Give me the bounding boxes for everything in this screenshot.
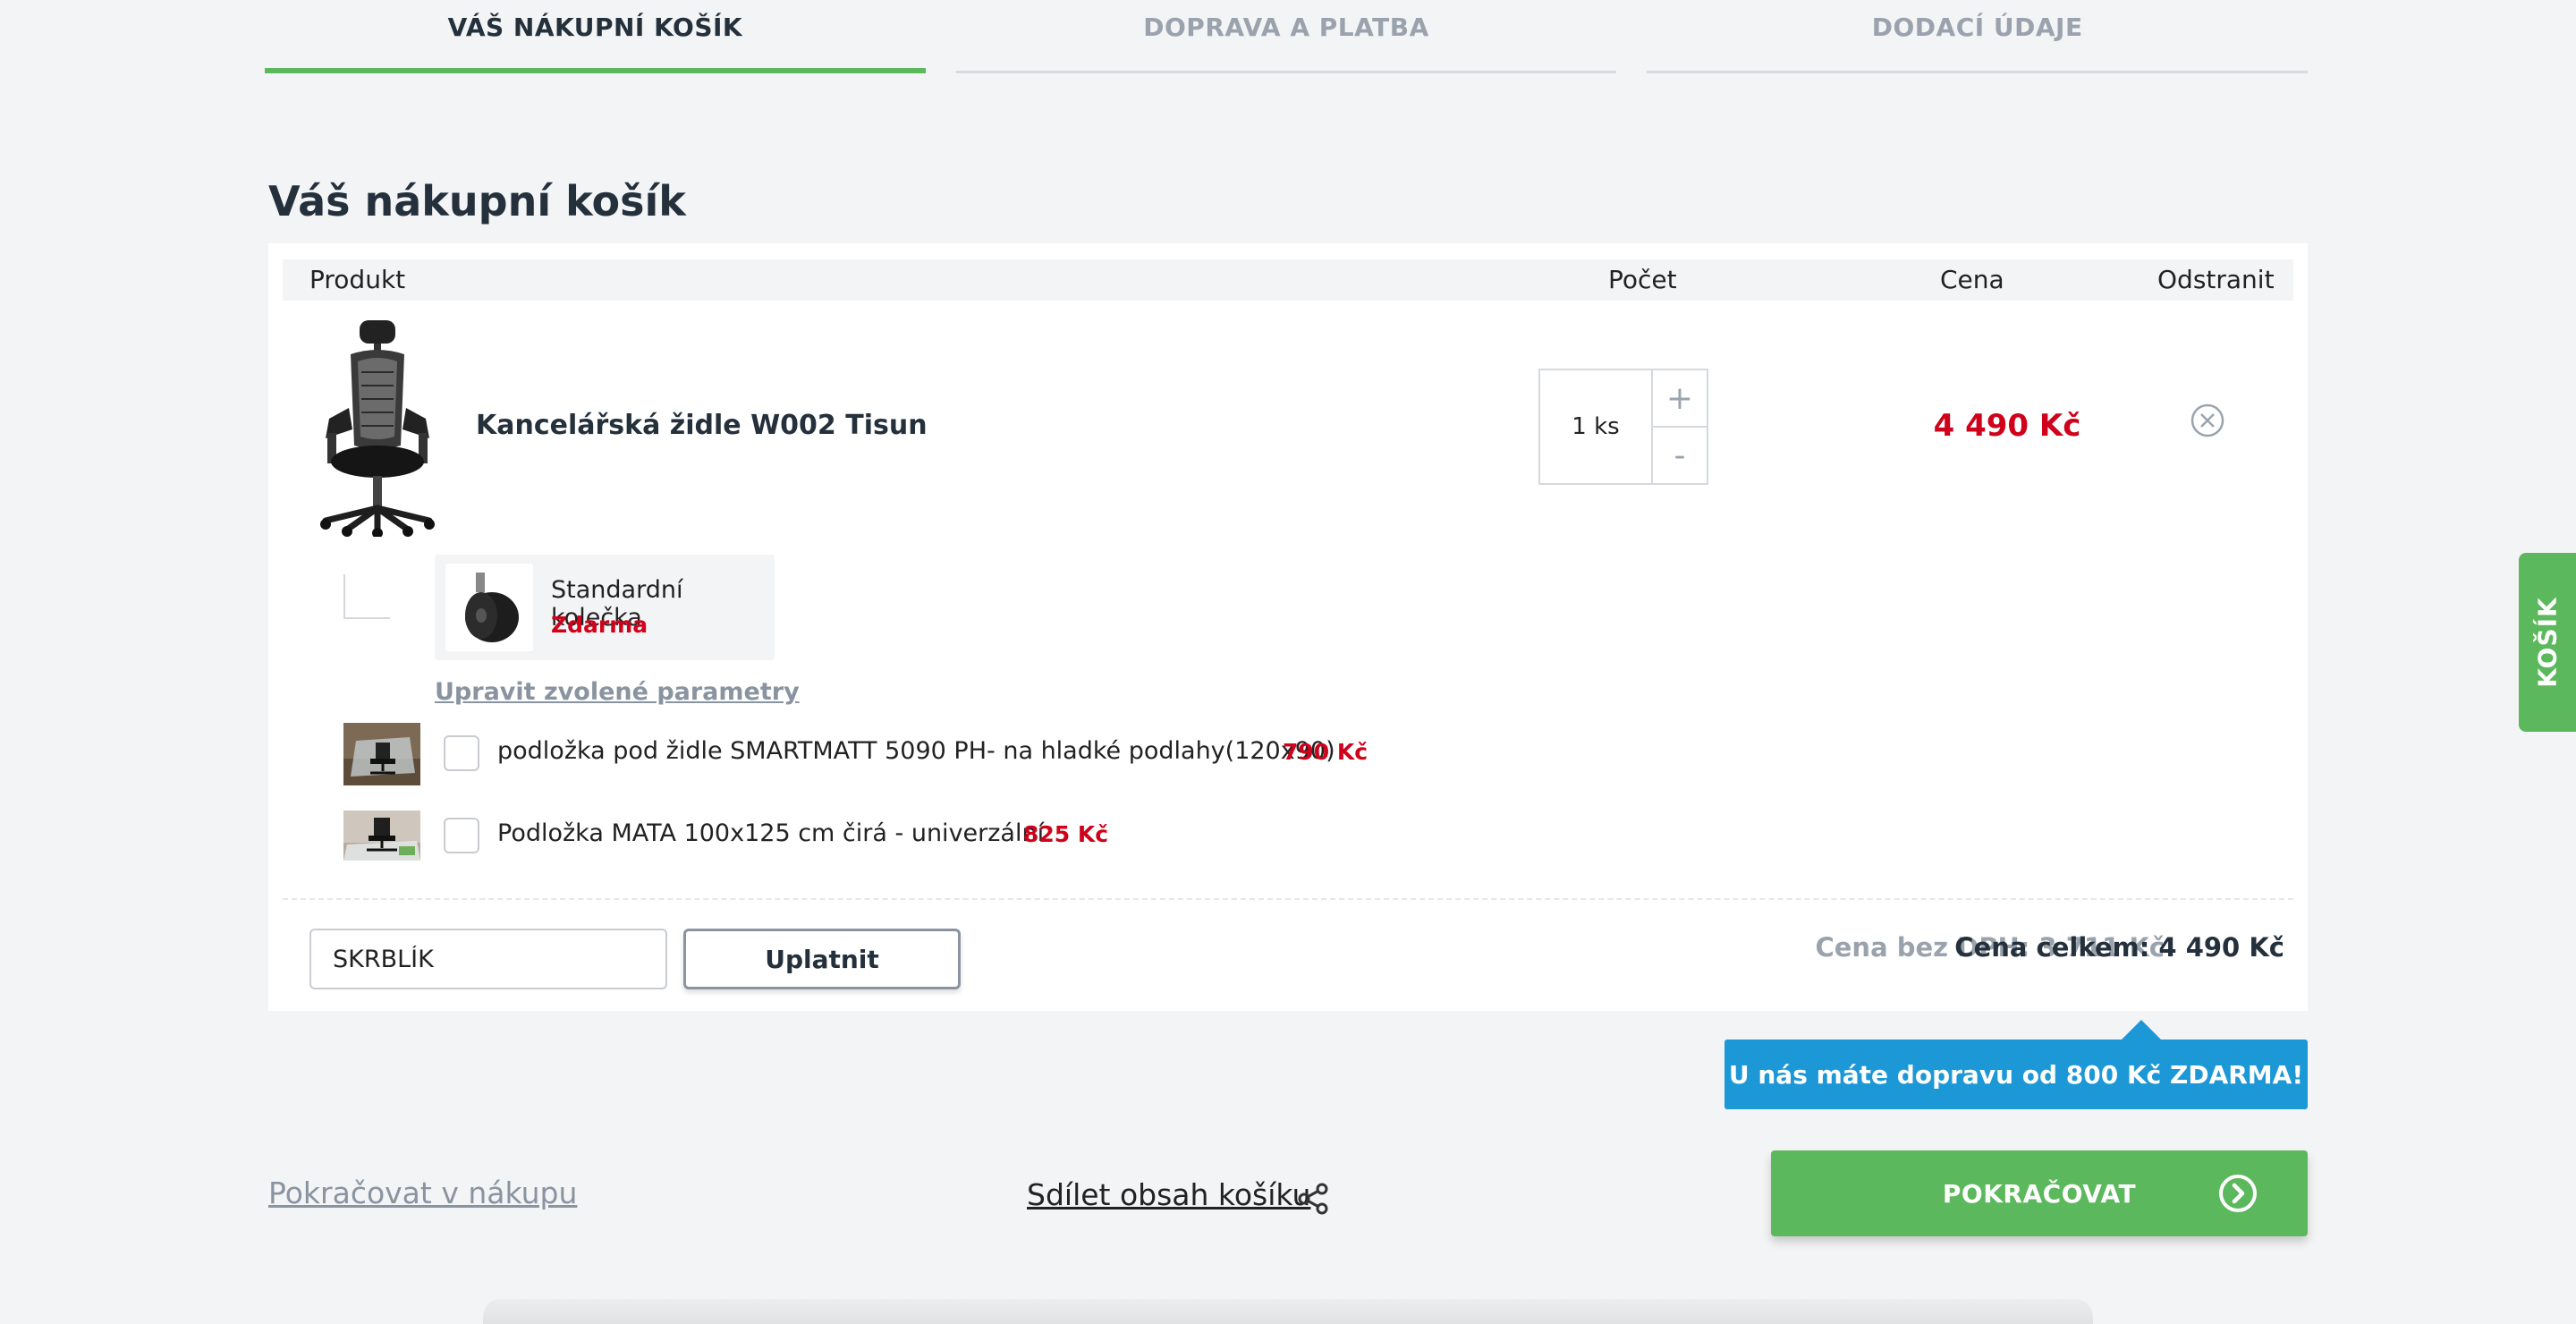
- coupon-input[interactable]: [309, 929, 667, 989]
- addon-item: podložka pod židle SMARTMATT 5090 PH- na…: [343, 723, 1596, 785]
- param-connector: [343, 574, 390, 619]
- quantity-minus-button[interactable]: -: [1653, 428, 1707, 483]
- proceed-button[interactable]: POKRAČOVAT: [1771, 1150, 2308, 1236]
- apply-coupon-button[interactable]: Uplatnit: [683, 929, 961, 989]
- step-delivery-details[interactable]: DODACÍ ÚDAJE: [1647, 0, 2308, 73]
- caster-wheel-image: [445, 564, 533, 651]
- chair-product-image[interactable]: [317, 318, 438, 537]
- addon-price: 790 Kč: [1283, 739, 1368, 765]
- selected-parameter: Standardní kolečka Zdarma: [435, 555, 775, 660]
- parameter-price: Zdarma: [551, 612, 648, 638]
- continue-shopping-link[interactable]: Pokračovat v nákupu: [268, 1175, 577, 1210]
- price-total: Cena celkem: 4 490 Kč: [1954, 932, 2284, 963]
- cart-side-tab[interactable]: KOŠÍK: [2519, 553, 2576, 732]
- share-cart-link[interactable]: Sdílet obsah košíku: [1027, 1177, 1310, 1212]
- addon-price: 825 Kč: [1023, 821, 1109, 847]
- chair-mat-image: [343, 811, 420, 861]
- chevron-right-circle-icon: [2219, 1175, 2257, 1212]
- quantity-plus-button[interactable]: +: [1653, 370, 1707, 428]
- section-divider: [283, 898, 2293, 900]
- footer-edge: [483, 1299, 2093, 1324]
- proceed-label: POKRAČOVAT: [1942, 1178, 2137, 1209]
- addon-checkbox[interactable]: [444, 818, 479, 853]
- addon-item: Podložka MATA 100x125 cm čirá - univerzá…: [343, 811, 1596, 873]
- header-price: Cena: [1940, 265, 2004, 294]
- addon-name: podložka pod židle SMARTMATT 5090 PH- na…: [497, 737, 1335, 765]
- checkout-steps: VÁŠ NÁKUPNÍ KOŠÍK DOPRAVA A PLATBA DODAC…: [265, 0, 2308, 73]
- share-icon[interactable]: [1295, 1181, 1331, 1217]
- cart-table-header: Produkt Počet Cena Odstranit: [283, 259, 2293, 301]
- header-remove: Odstranit: [2157, 265, 2275, 294]
- header-product: Produkt: [309, 265, 406, 294]
- quantity-input[interactable]: 1 ks: [1540, 370, 1653, 483]
- product-name[interactable]: Kancelářská židle W002 Tisun: [476, 410, 928, 441]
- page-title: Váš nákupní košík: [268, 177, 686, 225]
- free-shipping-text: U nás máte dopravu od 800 Kč ZDARMA!: [1728, 1059, 2304, 1090]
- side-tab-label: KOŠÍK: [2532, 597, 2563, 688]
- header-quantity: Počet: [1608, 265, 1677, 294]
- step-cart[interactable]: VÁŠ NÁKUPNÍ KOŠÍK: [265, 0, 926, 73]
- step-shipping-payment[interactable]: DOPRAVA A PLATBA: [955, 0, 1617, 73]
- chair-mat-image: [343, 723, 420, 785]
- quantity-stepper: 1 ks + -: [1538, 369, 1708, 485]
- addon-name: Podložka MATA 100x125 cm čirá - univerzá…: [497, 819, 1045, 847]
- edit-parameters-link[interactable]: Upravit zvolené parametry: [435, 678, 800, 706]
- product-price: 4 490 Kč: [1933, 408, 2081, 444]
- cart-panel: Produkt Počet Cena Odstranit Kancelářská…: [268, 243, 2308, 1011]
- remove-item-icon[interactable]: [2190, 403, 2225, 438]
- addon-checkbox[interactable]: [444, 735, 479, 771]
- free-shipping-notice: U nás máte dopravu od 800 Kč ZDARMA!: [1724, 1020, 2308, 1109]
